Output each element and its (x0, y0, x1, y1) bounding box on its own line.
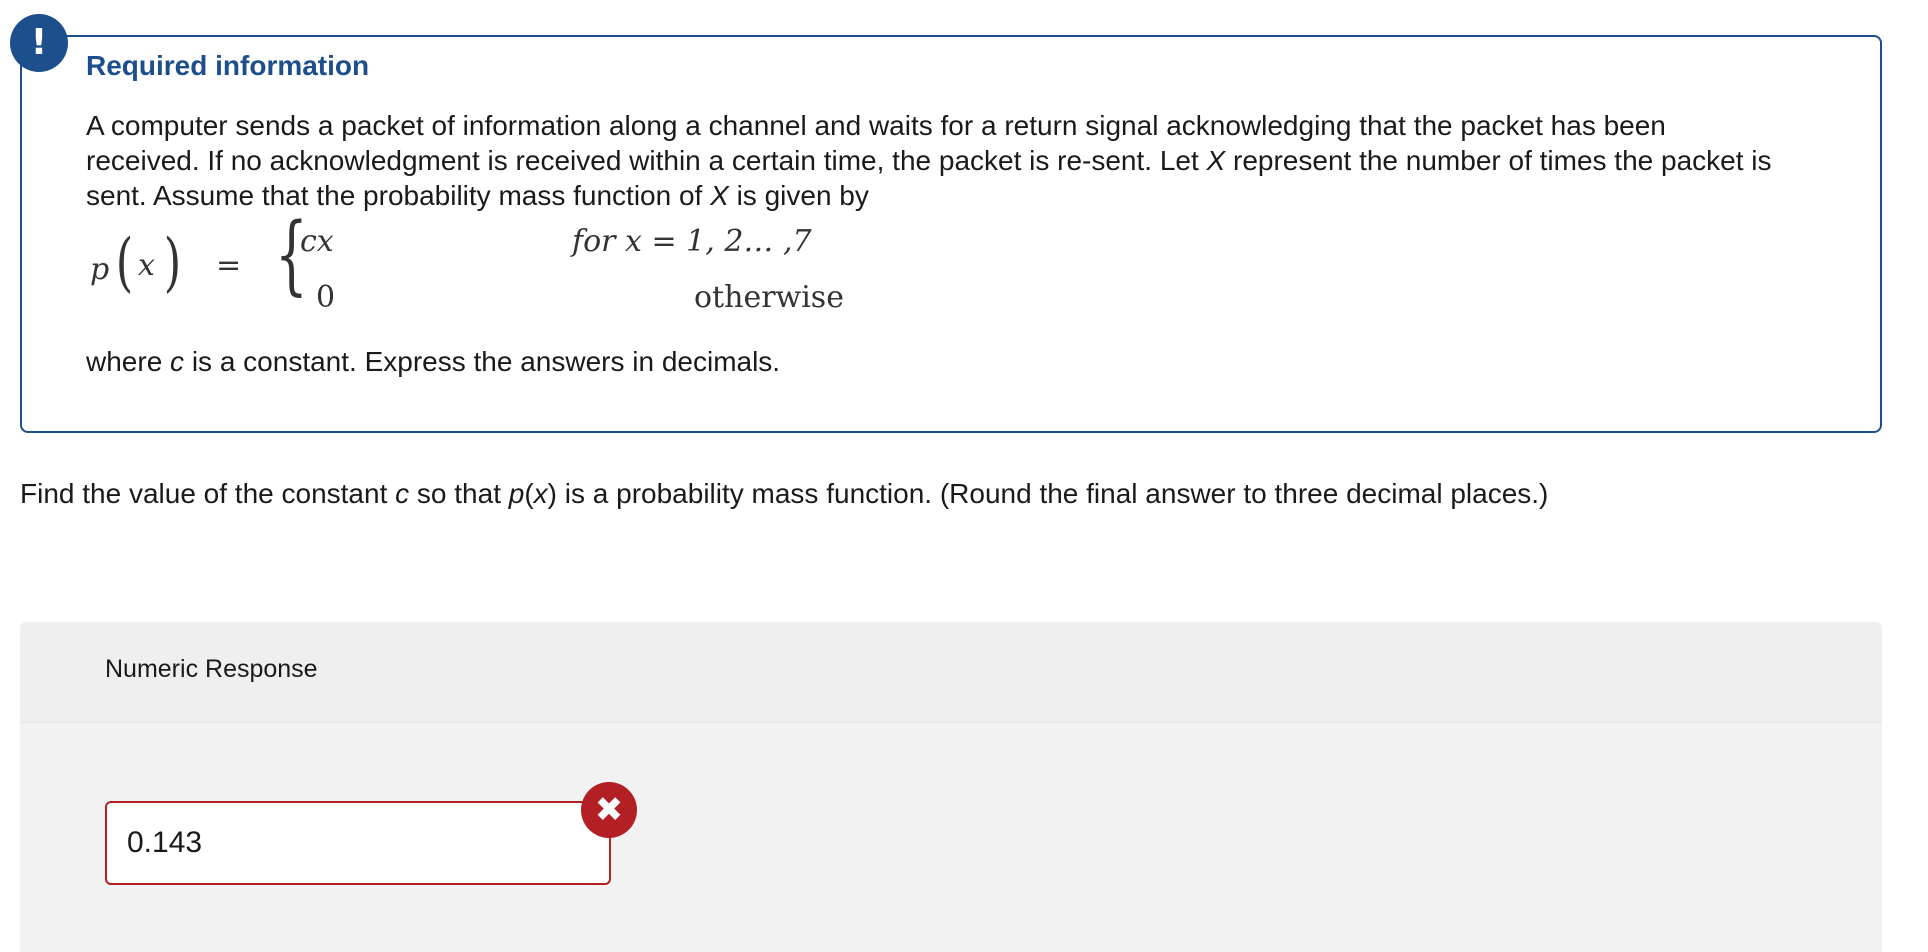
formula-left-paren: ( (115, 226, 134, 300)
required-info-title: Required information (86, 50, 370, 81)
close-icon: ✖ (581, 782, 637, 838)
note-text: where (86, 346, 171, 377)
variable-c: c (395, 478, 410, 509)
formula-right-paren: ) (163, 226, 182, 300)
variable-x: X (1206, 145, 1226, 176)
problem-statement: A computer sends a packet of information… (86, 108, 1786, 213)
variable-p: p (508, 478, 525, 509)
variable-x: X (710, 180, 729, 211)
question-text: Find the value of the constant (20, 478, 396, 509)
formula-x: x (138, 248, 155, 283)
variable-c: c (170, 346, 185, 377)
numeric-response-panel: Numeric Response ✖ (20, 622, 1882, 952)
pmf-formula: p ( x ) = { cx 0 for x = 1, 2… ,7 otherw… (86, 212, 846, 322)
exclamation-icon: ! (10, 14, 68, 72)
constant-note: where c is a constant. Express the answe… (86, 344, 780, 379)
response-header: Numeric Response (20, 622, 1882, 723)
statement-text: is given by (728, 180, 869, 211)
question-text: ( (524, 478, 534, 509)
formula-equals: = (216, 248, 242, 283)
note-text: is a constant. Express the answers in de… (184, 346, 781, 377)
case1-value: cx (300, 224, 334, 259)
question-text: ) (547, 478, 557, 509)
question-text: is a probability mass function. (Round t… (557, 478, 1549, 509)
case1-condition: for x = 1, 2… ,7 (572, 224, 812, 259)
variable-x: x (533, 478, 548, 509)
case2-condition: otherwise (694, 280, 844, 315)
question-prompt: Find the value of the constant c so that… (20, 476, 1548, 512)
question-text: so that (409, 478, 509, 509)
response-label: Numeric Response (105, 655, 318, 683)
case2-value: 0 (316, 280, 336, 315)
formula-p: p (90, 252, 110, 287)
answer-input[interactable] (105, 801, 611, 885)
